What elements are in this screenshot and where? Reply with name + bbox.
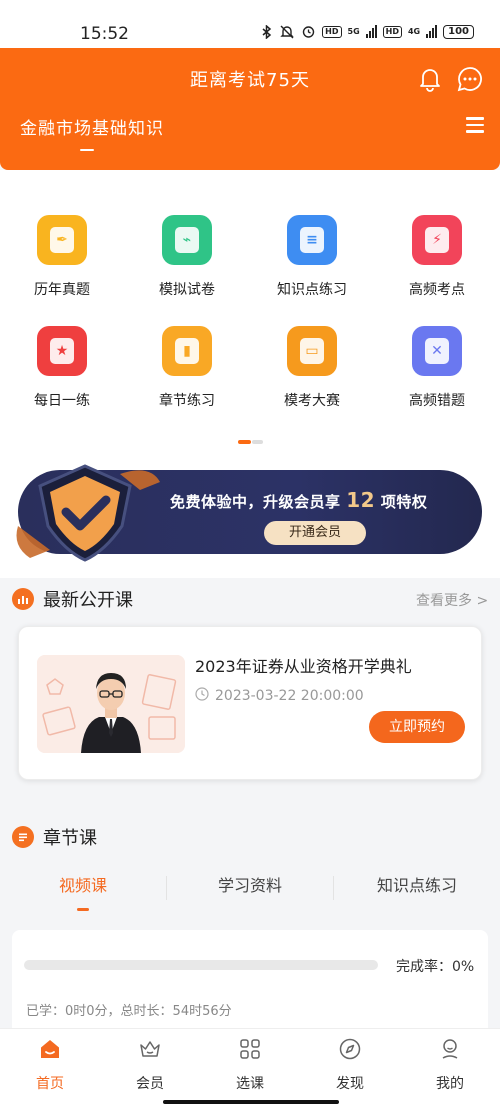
clock-icon bbox=[195, 687, 209, 705]
course-datetime: 2023-03-22 20:00:00 bbox=[195, 687, 364, 705]
bluetooth-icon bbox=[261, 24, 273, 39]
signal-icon-2 bbox=[426, 25, 438, 38]
feature-label: 高频错题 bbox=[409, 393, 465, 409]
feature-note[interactable]: ≡ 知识点练习 bbox=[262, 215, 362, 299]
progress-bar bbox=[24, 960, 378, 970]
home-icon bbox=[41, 1040, 59, 1058]
subject-underline bbox=[80, 149, 94, 151]
hd-badge: HD bbox=[322, 25, 342, 38]
page-indicator bbox=[238, 440, 264, 444]
chat-icon[interactable] bbox=[457, 66, 483, 92]
nav-membership[interactable]: 会员 bbox=[100, 1037, 200, 1093]
feature-label: 高频考点 bbox=[409, 282, 465, 298]
course-title: 2023年证券从业资格开学典礼 bbox=[195, 657, 412, 676]
tab-video[interactable]: 视频课 bbox=[0, 872, 166, 896]
shield-check-icon bbox=[16, 464, 160, 562]
mute-icon bbox=[279, 25, 295, 39]
teacher-photo bbox=[37, 655, 185, 753]
latest-courses-title: 最新公开课 bbox=[43, 590, 133, 611]
network-4g-label: 4G bbox=[407, 27, 421, 36]
star-bookmark-icon: ★ bbox=[37, 326, 87, 376]
nav-courses-label: 选课 bbox=[236, 1076, 264, 1092]
chapter-tabs: 视频课 学习资料 知识点练习 bbox=[0, 872, 500, 912]
bar-chart-icon bbox=[12, 588, 34, 610]
feature-star-bookmark[interactable]: ★ 每日一练 bbox=[12, 326, 112, 410]
nav-discover-label: 发现 bbox=[336, 1076, 364, 1092]
pen-nib-icon: ✒ bbox=[37, 215, 87, 265]
feature-error-box[interactable]: ✕ 高频错题 bbox=[387, 326, 487, 410]
status-icons: HD 5G HD 4G 100 bbox=[261, 24, 474, 39]
see-more-link[interactable]: 查看更多 > bbox=[416, 590, 488, 610]
battery-indicator: 100 bbox=[443, 24, 474, 39]
course-card[interactable]: 2023年证券从业资格开学典礼 2023-03-22 20:00:00 立即预约 bbox=[18, 626, 482, 780]
feature-label: 每日一练 bbox=[34, 393, 90, 409]
error-box-icon: ✕ bbox=[412, 326, 462, 376]
monitor-icon: ▭ bbox=[287, 326, 337, 376]
feature-label: 知识点练习 bbox=[277, 282, 347, 298]
latest-courses-heading: 最新公开课 bbox=[12, 586, 133, 612]
nav-discover[interactable]: 发现 bbox=[300, 1037, 400, 1093]
profile-icon bbox=[442, 1039, 458, 1059]
active-tab-underline bbox=[77, 908, 89, 911]
crown-icon bbox=[140, 1041, 160, 1057]
compass-icon bbox=[339, 1038, 361, 1060]
feature-monitor[interactable]: ▭ 模考大赛 bbox=[262, 326, 362, 410]
tab-knowledge-practice[interactable]: 知识点练习 bbox=[334, 872, 500, 896]
feature-pen-nib[interactable]: ✒ 历年真题 bbox=[12, 215, 112, 299]
status-time: 15:52 bbox=[80, 24, 129, 44]
note-icon: ≡ bbox=[287, 215, 337, 265]
nav-home[interactable]: 首页 bbox=[0, 1037, 100, 1093]
lightning-icon: ⚡ bbox=[412, 215, 462, 265]
app-header: 距离考试75天 金融市场基础知识 bbox=[0, 48, 500, 170]
network-5g-label: 5G bbox=[347, 27, 360, 36]
feature-book[interactable]: ▮ 章节练习 bbox=[137, 326, 237, 410]
tab-materials[interactable]: 学习资料 bbox=[167, 872, 333, 896]
hd-badge-2: HD bbox=[382, 25, 402, 38]
feature-chart-paper[interactable]: ⌁ 模拟试卷 bbox=[137, 215, 237, 299]
feature-label: 章节练习 bbox=[159, 393, 215, 409]
bell-icon[interactable] bbox=[418, 66, 442, 92]
menu-icon[interactable] bbox=[466, 117, 484, 135]
chart-paper-icon: ⌁ bbox=[162, 215, 212, 265]
feature-lightning[interactable]: ⚡ 高频考点 bbox=[387, 215, 487, 299]
progress-card: 完成率：0% 已学：0时0分，总时长：54时56分 bbox=[12, 930, 488, 1040]
feature-label: 历年真题 bbox=[34, 282, 90, 298]
feature-label: 模拟试卷 bbox=[159, 282, 215, 298]
status-bar: 15:52 HD 5G HD 4G 100 bbox=[0, 0, 500, 48]
reserve-now-button[interactable]: 立即预约 bbox=[369, 711, 465, 743]
feature-label: 模考大赛 bbox=[284, 393, 340, 409]
banner-title: 免费体验中，升级会员享 12 项特权 bbox=[170, 488, 428, 512]
membership-banner[interactable]: 免费体验中，升级会员享 12 项特权 开通会员 bbox=[16, 464, 482, 562]
book-icon: ▮ bbox=[162, 326, 212, 376]
completion-rate: 完成率：0% bbox=[396, 959, 475, 975]
nav-profile[interactable]: 我的 bbox=[400, 1037, 500, 1093]
chapter-heading: 章节课 bbox=[12, 824, 97, 850]
home-indicator bbox=[163, 1100, 339, 1104]
chapter-title: 章节课 bbox=[43, 828, 97, 849]
nav-home-label: 首页 bbox=[36, 1076, 64, 1092]
subject-selector[interactable]: 金融市场基础知识 bbox=[20, 114, 164, 139]
open-membership-button[interactable]: 开通会员 bbox=[264, 521, 366, 545]
list-icon bbox=[12, 826, 34, 848]
grid-icon bbox=[240, 1039, 260, 1059]
nav-membership-label: 会员 bbox=[136, 1076, 164, 1092]
study-time-info: 已学：0时0分，总时长：54时56分 bbox=[26, 1004, 232, 1019]
nav-profile-label: 我的 bbox=[436, 1076, 464, 1092]
nav-courses[interactable]: 选课 bbox=[200, 1037, 300, 1093]
signal-icon bbox=[365, 25, 377, 38]
alarm-icon bbox=[301, 24, 316, 39]
